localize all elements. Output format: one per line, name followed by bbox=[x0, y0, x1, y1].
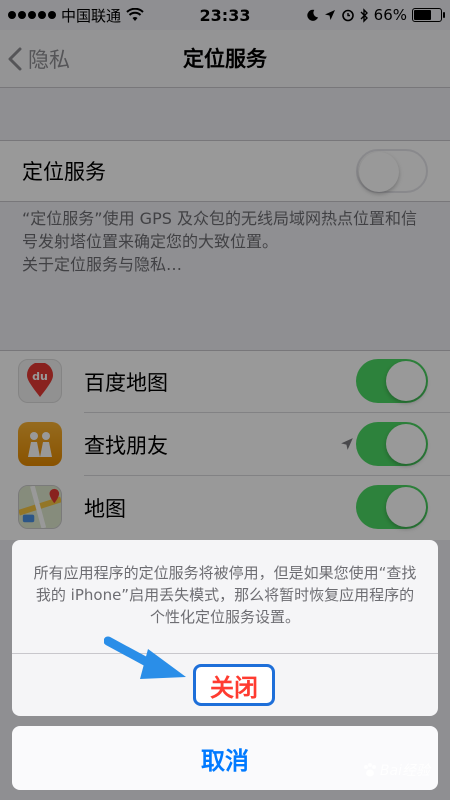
action-sheet-message: 所有应用程序的定位服务将被停用，但是如果您使用“查找我的 iPhone”启用丢失… bbox=[33, 564, 417, 626]
watermark-text: Bai经验 bbox=[379, 763, 430, 779]
action-sheet: 所有应用程序的定位服务将被停用，但是如果您使用“查找我的 iPhone”启用丢失… bbox=[12, 540, 438, 716]
cancel-button[interactable]: 取消 bbox=[12, 726, 438, 790]
paw-icon bbox=[363, 763, 376, 777]
annotation-arrow-icon bbox=[104, 636, 186, 679]
watermark: Bai经验 bbox=[362, 760, 430, 780]
action-sheet-divider bbox=[12, 653, 438, 654]
close-button[interactable]: 关闭 bbox=[193, 664, 275, 706]
